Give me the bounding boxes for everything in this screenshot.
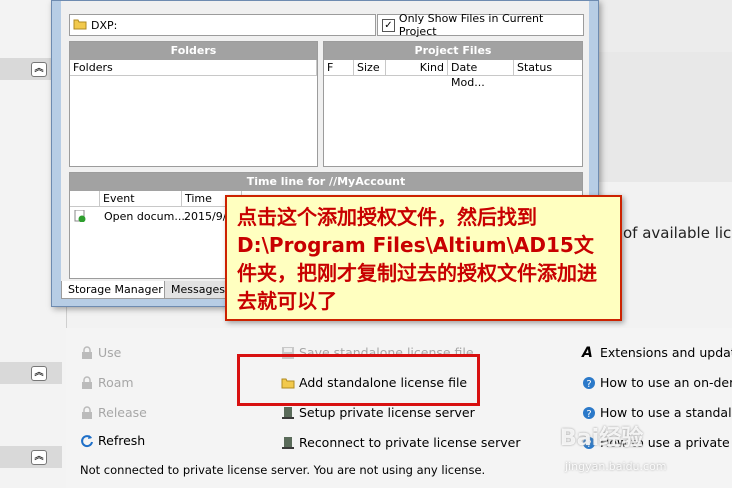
folders-title: Folders: [70, 42, 317, 60]
extensions-link[interactable]: A Extensions and update: [582, 345, 732, 360]
lock-icon: [80, 405, 94, 420]
tab-storage-manager[interactable]: Storage Manager: [61, 281, 170, 299]
help-standalone-link[interactable]: ? How to use a standalo: [582, 405, 732, 420]
col-status[interactable]: Status: [514, 60, 582, 75]
folders-header: Folders: [70, 60, 317, 76]
help-ondemand-link[interactable]: ? How to use an on-dem: [582, 375, 732, 390]
altium-logo-icon: A: [582, 344, 593, 361]
watermark-url: jingyan.baidu.com: [565, 460, 667, 473]
checkbox-checked-icon[interactable]: ✓: [382, 18, 395, 32]
document-check-icon: [74, 209, 86, 225]
help-ondemand-label: How to use an on-dem: [600, 375, 732, 390]
col-kind[interactable]: Kind: [386, 60, 448, 75]
help-standalone-label: How to use a standalo: [600, 405, 732, 420]
folders-column-header[interactable]: Folders: [70, 60, 317, 75]
refresh-action[interactable]: Refresh: [80, 433, 145, 448]
setup-server-label: Setup private license server: [299, 405, 475, 420]
help-icon: ?: [582, 376, 596, 390]
release-action[interactable]: Release: [80, 405, 147, 420]
col-f[interactable]: F: [324, 60, 354, 75]
path-field[interactable]: DXP:: [69, 14, 376, 36]
collapse-icon[interactable]: ︽: [31, 62, 47, 77]
svg-text:?: ?: [586, 379, 591, 390]
left-section-bar: ︽: [0, 446, 62, 468]
roam-label: Roam: [98, 375, 134, 390]
refresh-label: Refresh: [98, 433, 146, 448]
timeline-event: Open docum...: [104, 210, 185, 223]
project-files-panel: Project Files F Size Kind Date Mod... St…: [323, 41, 583, 167]
available-licenses-text: of available lice: [623, 224, 732, 242]
collapse-icon[interactable]: ︽: [31, 366, 47, 381]
folder-icon: [73, 18, 87, 33]
project-files-title: Project Files: [324, 42, 582, 60]
watermark-logo: Bai经验: [560, 426, 644, 451]
left-section-bar: ︽: [0, 362, 62, 384]
only-show-files-toggle[interactable]: ✓ Only Show Files in Current Project: [377, 12, 584, 38]
project-files-header: F Size Kind Date Mod... Status: [324, 60, 582, 89]
col-size[interactable]: Size: [354, 60, 386, 75]
server-icon: [281, 406, 295, 420]
instruction-callout: 点击这个添加授权文件，然后找到D:\Program Files\Altium\A…: [225, 195, 622, 321]
server-icon: [281, 436, 295, 450]
setup-server-action[interactable]: Setup private license server: [281, 405, 475, 420]
path-label: DXP:: [91, 18, 118, 32]
reconnect-server-action[interactable]: Reconnect to private license server: [281, 435, 520, 450]
svg-text:?: ?: [586, 409, 591, 420]
use-label: Use: [98, 345, 122, 360]
lock-icon: [80, 345, 94, 360]
reconnect-server-label: Reconnect to private license server: [299, 435, 521, 450]
roam-action[interactable]: Roam: [80, 375, 134, 390]
refresh-icon: [80, 434, 94, 448]
extensions-label: Extensions and update: [600, 345, 732, 360]
callout-text: 点击这个添加授权文件，然后找到D:\Program Files\Altium\A…: [237, 205, 597, 313]
tab-messages[interactable]: Messages: [164, 281, 232, 299]
folders-panel: Folders Folders: [69, 41, 318, 167]
release-label: Release: [98, 405, 147, 420]
lock-icon: [80, 375, 94, 390]
timeline-title: Time line for //MyAccount: [70, 173, 582, 191]
col-icon[interactable]: [70, 191, 100, 206]
col-date-modified[interactable]: Date Mod...: [448, 60, 514, 89]
only-show-label: Only Show Files in Current Project: [398, 12, 544, 38]
help-icon: ?: [582, 406, 596, 420]
license-status-text: Not connected to private license server.…: [80, 463, 486, 477]
col-event[interactable]: Event: [100, 191, 182, 206]
use-action[interactable]: Use: [80, 345, 121, 360]
collapse-icon[interactable]: ︽: [31, 450, 47, 465]
highlight-box: [237, 354, 480, 406]
